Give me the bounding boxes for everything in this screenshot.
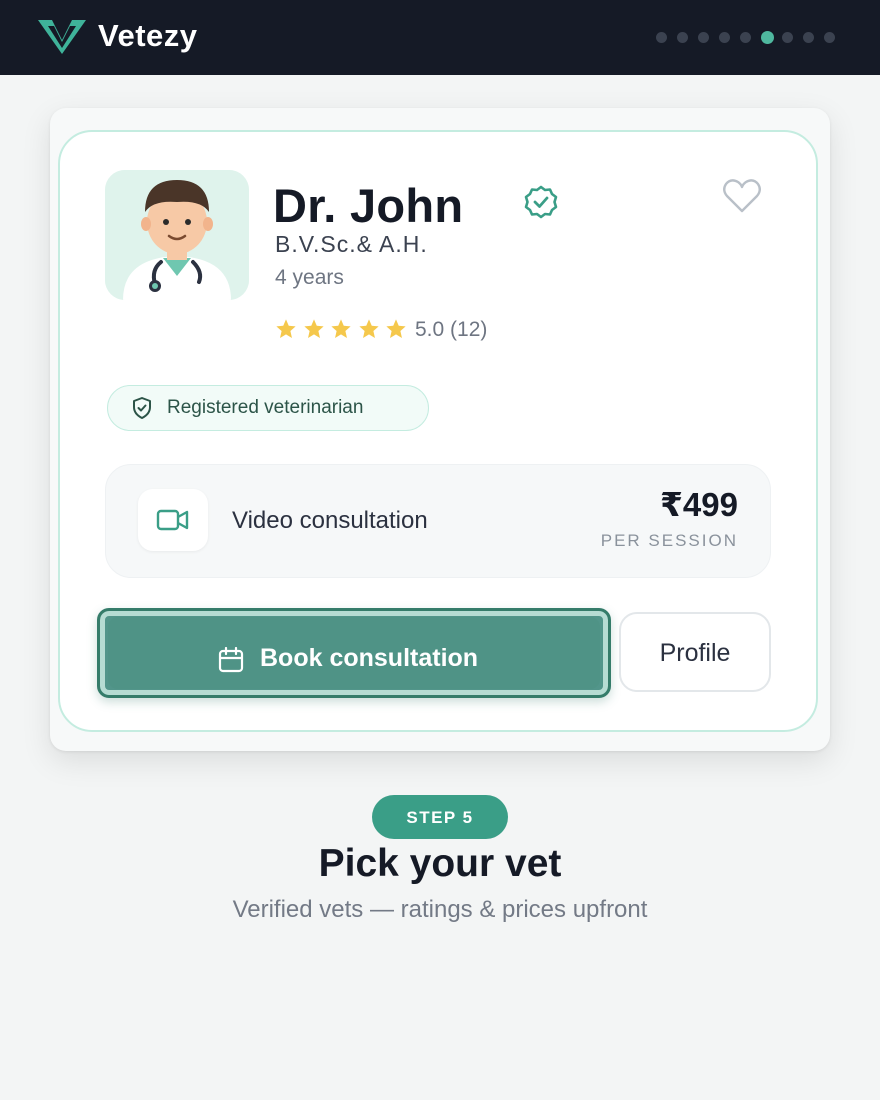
vet-experience: 4 years	[275, 266, 344, 289]
profile-button[interactable]: Profile	[619, 612, 771, 692]
verified-check-icon	[524, 185, 558, 219]
heart-outline-icon[interactable]	[722, 178, 762, 214]
progress-dot	[656, 32, 667, 43]
shield-check-icon	[133, 397, 151, 419]
rating-text: 5.0 (12)	[415, 318, 488, 341]
vet-degree: B.V.Sc.& A.H.	[275, 231, 428, 257]
registered-badge: Registered veterinarian	[107, 385, 429, 431]
calendar-icon	[218, 647, 244, 673]
book-consultation-button[interactable]: Book consultation	[97, 608, 611, 698]
vet-card: Dr. John B.V.Sc.& A.H. 4 years 5.0 (12) …	[58, 130, 818, 732]
consultation-option[interactable]: Video consultation ₹499 PER SESSION	[105, 464, 771, 578]
star-icon	[303, 319, 324, 338]
top-bar: Vetezy	[0, 0, 880, 75]
star-icon	[386, 319, 406, 338]
progress-dot	[677, 32, 688, 43]
progress-dot	[803, 32, 814, 43]
badge-text: Registered veterinarian	[167, 397, 364, 418]
price-unit: PER SESSION	[600, 531, 738, 550]
progress-dot	[740, 32, 751, 43]
step-subtitle: Verified vets — ratings & prices upfront	[232, 896, 648, 923]
book-button-label: Book consultation	[260, 644, 479, 672]
profile-button-label: Profile	[659, 639, 731, 667]
progress-dot	[782, 32, 793, 43]
vet-name: Dr. John	[273, 179, 464, 232]
step-label: STEP 5	[406, 808, 474, 827]
progress-dot	[719, 32, 730, 43]
vetezy-logo-icon	[38, 20, 86, 54]
star-icon	[276, 319, 296, 338]
progress-dot	[824, 32, 835, 43]
brand-name: Vetezy	[98, 18, 198, 53]
star-icon	[331, 319, 351, 338]
step-title: Pick your vet	[318, 842, 562, 885]
step-badge: STEP 5	[372, 795, 508, 839]
vet-card-container: Dr. John B.V.Sc.& A.H. 4 years 5.0 (12) …	[50, 108, 830, 751]
progress-dot-active	[761, 31, 774, 44]
consultation-label: Video consultation	[232, 507, 428, 534]
book-button-surface: Book consultation	[108, 617, 600, 689]
video-camera-icon	[156, 509, 189, 531]
video-icon-tile	[138, 489, 208, 551]
star-icon	[358, 319, 379, 338]
consultation-price: ₹499	[659, 486, 738, 523]
vet-avatar	[105, 170, 249, 300]
doctor-avatar-icon	[105, 170, 249, 300]
progress-dot	[698, 32, 709, 43]
